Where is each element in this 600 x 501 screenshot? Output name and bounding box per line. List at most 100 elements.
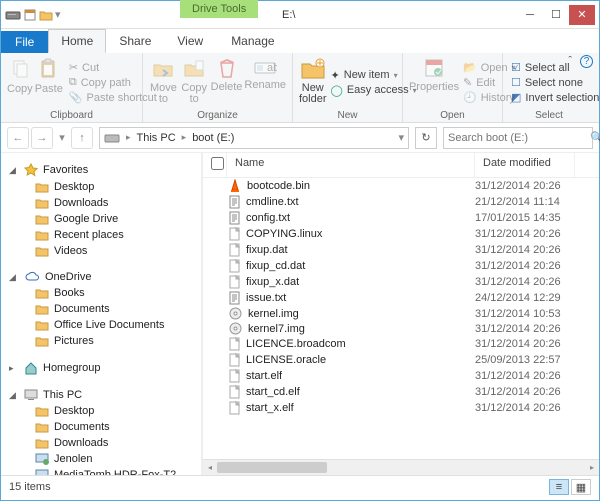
file-row[interactable]: issue.txt 24/12/2014 12:29 — [203, 290, 599, 306]
tree-label: Pictures — [54, 335, 94, 347]
minimize-button[interactable]: ─ — [517, 5, 543, 25]
qat-newfolder-icon[interactable] — [39, 8, 53, 22]
scrollbar-thumb[interactable] — [217, 462, 327, 473]
scroll-left-icon[interactable]: ◂ — [203, 460, 217, 475]
tab-home[interactable]: Home — [48, 29, 106, 53]
select-all-checkbox[interactable] — [211, 157, 224, 170]
file-row[interactable]: fixup_cd.dat 31/12/2014 20:26 — [203, 258, 599, 274]
view-details-button[interactable]: ≡ — [549, 479, 569, 495]
tree-homegroup[interactable]: ▸Homegroup — [3, 357, 199, 377]
tree-item[interactable]: Office Live Documents — [3, 317, 199, 333]
history-icon: 🕘 — [463, 91, 477, 104]
address-bar[interactable]: ▸ This PC ▸ boot (E:) ▾ — [99, 127, 409, 149]
history-button[interactable]: 🕘History — [461, 90, 518, 105]
navigation-pane[interactable]: ◢FavoritesDesktopDownloadsGoogle DriveRe… — [1, 153, 201, 475]
edit-button[interactable]: ✎Edit — [461, 75, 518, 90]
invertselection-button[interactable]: ◩Invert selection — [509, 90, 600, 105]
tree-item[interactable]: Desktop — [3, 403, 199, 419]
file-row[interactable]: start_x.elf 31/12/2014 20:26 — [203, 400, 599, 416]
properties-label: Properties — [409, 81, 459, 93]
qat-properties-icon[interactable] — [23, 8, 37, 22]
tree-onedrive[interactable]: ◢OneDrive — [3, 267, 199, 285]
tab-file[interactable]: File — [1, 31, 48, 53]
newfolder-button[interactable]: New folder — [299, 55, 327, 110]
tree-thispc[interactable]: ◢This PC — [3, 385, 199, 403]
file-row[interactable]: COPYING.linux 31/12/2014 20:26 — [203, 226, 599, 242]
address-dropdown-icon[interactable]: ▾ — [398, 131, 404, 144]
file-row[interactable]: start.elf 31/12/2014 20:26 — [203, 368, 599, 384]
search-input[interactable] — [448, 132, 590, 144]
file-name: fixup_cd.dat — [246, 260, 305, 272]
tree-item[interactable]: Pictures — [3, 333, 199, 349]
copyto-button[interactable]: Copy to — [180, 55, 209, 110]
tree-item[interactable]: MediaTomb HDR-Fox-T2 — [3, 467, 199, 475]
tree-item[interactable]: Desktop — [3, 179, 199, 195]
expand-icon[interactable]: ▸ — [9, 363, 19, 374]
file-rows[interactable]: bootcode.bin 31/12/2014 20:26 cmdline.tx… — [203, 178, 599, 459]
help-icon[interactable]: ? — [580, 55, 593, 68]
expand-icon[interactable]: ◢ — [9, 272, 19, 283]
moveto-button[interactable]: Move to — [149, 55, 178, 110]
collapse-ribbon-icon[interactable]: ˆ — [568, 55, 572, 68]
expand-icon[interactable]: ◢ — [9, 165, 19, 176]
breadcrumb-boot[interactable]: boot (E:) — [192, 132, 234, 144]
tree-item[interactable]: Videos — [3, 243, 199, 259]
context-tab-label: Drive Tools — [180, 0, 258, 18]
tree-item[interactable]: Documents — [3, 301, 199, 317]
column-headers[interactable]: Name Date modified — [203, 153, 599, 178]
nav-forward-button[interactable]: → — [31, 127, 53, 149]
tree-item[interactable]: Documents — [3, 419, 199, 435]
file-name: fixup.dat — [246, 244, 288, 256]
pasteshortcut-button[interactable]: 📎Paste shortcut — [67, 90, 159, 105]
file-name: COPYING.linux — [246, 228, 322, 240]
copypath-button[interactable]: ⧉Copy path — [67, 75, 159, 90]
folder-icon — [35, 197, 49, 209]
nav-back-button[interactable]: ← — [7, 127, 29, 149]
maximize-button[interactable]: ☐ — [543, 5, 569, 25]
tree-item[interactable]: Downloads — [3, 435, 199, 451]
search-box[interactable]: 🔍 — [443, 127, 593, 149]
tree-item[interactable]: Books — [3, 285, 199, 301]
delete-button[interactable]: Delete — [211, 55, 243, 110]
tree-favorites[interactable]: ◢Favorites — [3, 159, 199, 179]
rename-button[interactable]: ab Rename — [244, 55, 286, 110]
scroll-right-icon[interactable]: ▸ — [585, 460, 599, 475]
file-row[interactable]: kernel7.img 31/12/2014 20:26 — [203, 321, 599, 336]
group-select-label: Select — [509, 110, 589, 122]
open-button[interactable]: 📂Open▾ — [461, 60, 518, 75]
properties-button[interactable]: Properties — [409, 55, 459, 110]
file-row[interactable]: LICENCE.broadcom 31/12/2014 20:26 — [203, 336, 599, 352]
tab-view[interactable]: View — [164, 29, 216, 53]
view-largeicons-button[interactable]: ▦ — [571, 479, 591, 495]
nav-recent-button[interactable]: ▾ — [55, 127, 69, 149]
file-row[interactable]: fixup_x.dat 31/12/2014 20:26 — [203, 274, 599, 290]
expand-icon[interactable]: ◢ — [9, 390, 19, 401]
tab-manage[interactable]: Manage — [218, 29, 287, 53]
column-name[interactable]: Name — [227, 153, 475, 177]
chevron-right-icon[interactable]: ▸ — [126, 132, 131, 143]
properties-icon — [423, 57, 445, 79]
file-row[interactable]: bootcode.bin 31/12/2014 20:26 — [203, 178, 599, 194]
close-button[interactable]: ✕ — [569, 5, 595, 25]
chevron-right-icon[interactable]: ▸ — [182, 132, 187, 143]
selectnone-button[interactable]: ☐Select none — [509, 75, 600, 90]
tree-item[interactable]: Google Drive — [3, 211, 199, 227]
file-row[interactable]: cmdline.txt 21/12/2014 11:14 — [203, 194, 599, 210]
file-row[interactable]: kernel.img 31/12/2014 10:53 — [203, 306, 599, 321]
file-row[interactable]: LICENSE.oracle 25/09/2013 22:57 — [203, 352, 599, 368]
column-date[interactable]: Date modified — [475, 153, 575, 177]
nav-up-button[interactable]: ↑ — [71, 127, 93, 149]
horizontal-scrollbar[interactable]: ◂ ▸ — [203, 459, 599, 475]
breadcrumb-thispc[interactable]: This PC — [137, 132, 176, 144]
paste-button[interactable]: Paste — [35, 55, 63, 110]
copy-button[interactable]: Copy — [7, 55, 33, 110]
refresh-button[interactable]: ↻ — [415, 127, 437, 149]
tab-share[interactable]: Share — [106, 29, 164, 53]
file-row[interactable]: config.txt 17/01/2015 14:35 — [203, 210, 599, 226]
tree-item[interactable]: Downloads — [3, 195, 199, 211]
tree-item[interactable]: Jenolen — [3, 451, 199, 467]
cut-button[interactable]: ✂Cut — [67, 60, 159, 75]
file-row[interactable]: start_cd.elf 31/12/2014 20:26 — [203, 384, 599, 400]
tree-item[interactable]: Recent places — [3, 227, 199, 243]
file-row[interactable]: fixup.dat 31/12/2014 20:26 — [203, 242, 599, 258]
